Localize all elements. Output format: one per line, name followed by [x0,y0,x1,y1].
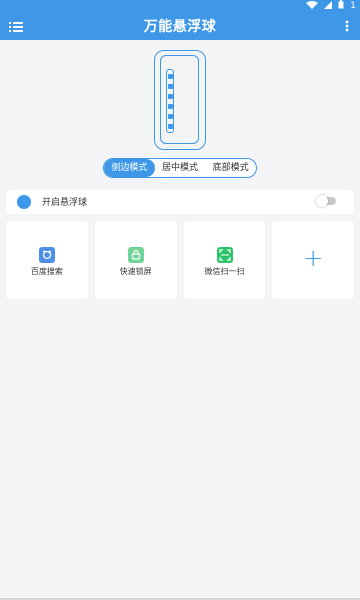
mode-segmented-control: 侧边模式 居中模式 底部模式 [103,158,257,178]
battery-icon [338,0,344,12]
dock-dot [168,94,173,99]
wifi-icon [306,0,319,12]
phone-preview [154,50,206,150]
dock-dot [168,114,173,119]
tile-wechat-scan[interactable]: 微信扫一扫 [183,221,266,299]
app-bar: 万能悬浮球 [0,12,360,40]
add-icon: + [303,244,324,272]
dock-dot [168,84,173,89]
mode-side-button[interactable]: 侧边模式 [104,159,155,177]
wechat-scan-icon [216,247,233,263]
dock-dot [168,74,173,79]
side-dock-preview [166,69,174,133]
tile-label: 快速锁屏 [119,267,152,276]
tile-add[interactable]: + [272,221,354,299]
floating-ball-icon [17,195,31,209]
dock-dot [168,124,173,129]
more-options-button[interactable] [342,18,352,34]
switch-knob [316,195,328,207]
tile-label: 微信扫一扫 [204,267,245,276]
dock-dot [168,104,173,109]
lock-screen-icon [127,247,144,263]
page-title: 万能悬浮球 [143,19,217,35]
toggle-label: 开启悬浮球 [42,198,88,208]
phone-screen [160,55,199,144]
status-bar: 1 [0,0,360,12]
floating-ball-toggle-row[interactable]: 开启悬浮球 [6,190,354,214]
tile-baidu-search[interactable]: 百度搜索 [6,221,88,299]
baidu-search-icon [39,247,55,263]
shortcut-grid: 百度搜索 快速锁屏 微信扫一扫 + [6,221,354,299]
enable-switch[interactable] [316,195,336,207]
tile-lock-screen[interactable]: 快速锁屏 [94,221,177,299]
menu-icon [9,19,23,38]
more-vertical-icon [342,19,352,38]
menu-button[interactable] [9,18,23,34]
mode-center-button[interactable]: 居中模式 [155,159,206,177]
tile-label: 百度搜索 [30,267,63,276]
battery-text: 1 [350,1,356,11]
mode-bottom-button[interactable]: 底部模式 [205,159,256,177]
signal-icon [324,0,333,12]
